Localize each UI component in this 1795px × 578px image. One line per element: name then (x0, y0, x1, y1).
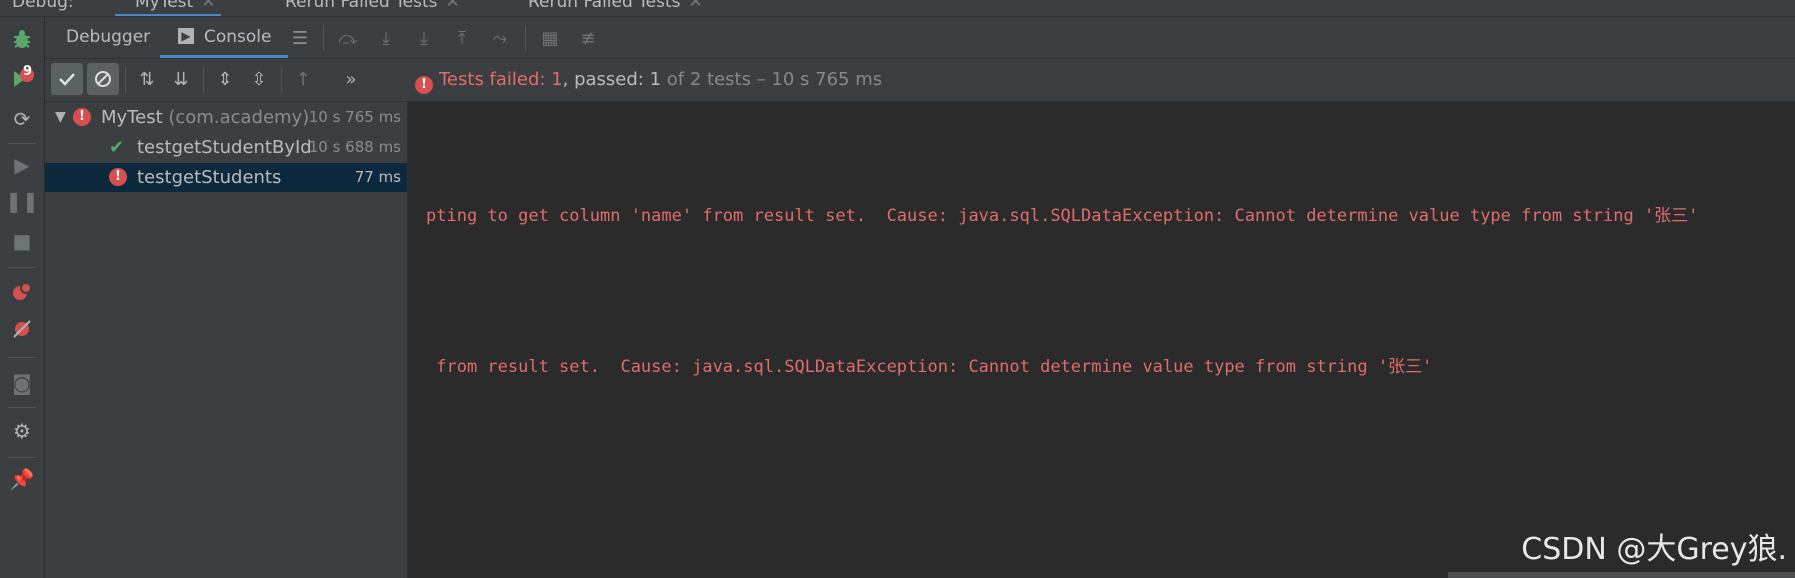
expand-arrow-icon[interactable]: ▼ (55, 103, 66, 132)
layout-menu-icon[interactable]: ☰ (287, 25, 313, 51)
test-results-tree: ▼ ! MyTest (com.academy) 10 s 765 ms ✔ t… (45, 102, 408, 578)
tree-row-root[interactable]: ▼ ! MyTest (com.academy) 10 s 765 ms (45, 103, 407, 132)
error-icon: ! (109, 168, 127, 186)
test-status-summary: ! Tests failed: 1, passed: 1 of 2 tests –… (415, 59, 882, 101)
camera-icon[interactable]: ◙ (8, 369, 36, 397)
tab-rerun-failed-1[interactable]: Rerun Failed Tests ✕ (285, 0, 460, 12)
more-actions-icon[interactable]: » (335, 63, 367, 95)
debug-action-strip: 9 ⟳ ▶ ❚❚ ■ ◙ ⚙ 📌 (0, 17, 45, 578)
sort-by-duration-icon[interactable]: ⇊ (165, 63, 197, 95)
error-icon: ! (73, 108, 91, 126)
mute-breakpoints-icon[interactable] (8, 315, 36, 343)
console-icon: ▶ (178, 28, 194, 44)
collapse-all-icon[interactable]: ⇳ (243, 63, 275, 95)
expand-all-icon[interactable]: ⇕ (209, 63, 241, 95)
passed-check-icon: ✔ (109, 137, 125, 158)
resume-icon[interactable]: ▶ (8, 151, 36, 179)
evaluate-expression-icon[interactable]: ▦ (537, 25, 563, 51)
sort-alphabetically-icon[interactable]: ⇅ (131, 63, 163, 95)
console-output[interactable]: pting to get column 'name' from result s… (408, 102, 1795, 578)
debug-tab-strip: Debug: MyTest ✕ Rerun Failed Tests ✕ Rerun… (0, 0, 1795, 17)
watermark: CSDN @大Grey狼. (1521, 532, 1787, 567)
error-icon: ! (415, 76, 433, 94)
tab-rerun-failed-2[interactable]: Rerun Failed Tests ✕ (528, 0, 703, 12)
step-out-icon[interactable]: ⤒ (449, 25, 475, 51)
settings-gear-icon[interactable]: ⚙ (8, 417, 36, 445)
pause-icon[interactable]: ❚❚ (5, 187, 39, 215)
breakpoints-icon[interactable] (8, 277, 36, 305)
close-icon[interactable]: ✕ (446, 0, 460, 12)
show-ignored-toggle[interactable] (87, 63, 119, 95)
stop-icon[interactable]: ■ (8, 227, 36, 255)
rerun-debug-icon[interactable]: 9 (8, 64, 36, 93)
run-to-cursor-icon[interactable]: ⤳ (487, 25, 513, 51)
debug-panel-tabs: Debugger ▶ Console ☰ ⤼ ⤓ ⤓ ⤒ ⤳ ▦ ≢ (45, 17, 1795, 59)
step-over-icon[interactable]: ⤼ (335, 25, 361, 51)
debug-label: Debug: (12, 0, 74, 12)
previous-failed-icon[interactable]: ↑ (287, 63, 319, 95)
horizontal-scrollbar[interactable] (1448, 572, 1795, 578)
pin-icon[interactable]: 📌 (8, 465, 36, 493)
show-passed-toggle[interactable] (51, 63, 83, 95)
debug-bug-icon[interactable] (8, 25, 36, 53)
tab-console[interactable]: ▶ Console (160, 17, 288, 58)
badge-count: 9 (23, 64, 33, 79)
tab-mytest[interactable]: MyTest ✕ (114, 0, 222, 16)
close-icon[interactable]: ✕ (689, 0, 703, 12)
step-into-icon[interactable]: ⤓ (373, 25, 399, 51)
console-line: pting to get column 'name' from result s… (426, 206, 1699, 226)
rerun-icon[interactable]: ⟳ (8, 105, 36, 133)
tab-debugger[interactable]: Debugger (66, 17, 150, 58)
console-line: from result set. Cause: java.sql.SQLData… (426, 357, 1433, 377)
close-icon[interactable]: ✕ (201, 0, 215, 12)
force-step-into-icon[interactable]: ⤓ (411, 25, 437, 51)
tree-row-test-selected[interactable]: ! testgetStudents 77 ms (45, 163, 407, 192)
tree-row-test[interactable]: ✔ testgetStudentById 10 s 688 ms (45, 133, 407, 162)
trace-stream-icon[interactable]: ≢ (575, 25, 601, 51)
test-runner-toolbar: ⇅ ⇊ ⇕ ⇳ ↑ » ! Tests failed: 1, passed: 1 … (45, 59, 1795, 102)
